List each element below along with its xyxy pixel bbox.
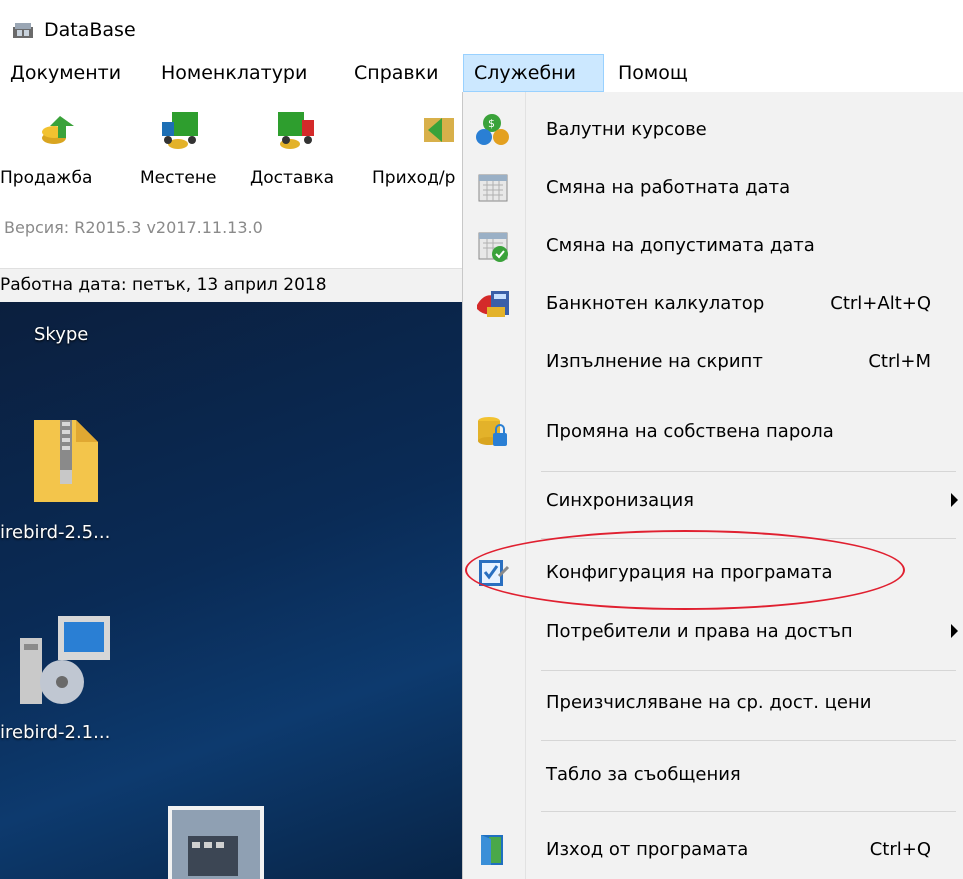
svg-text:$: $: [488, 117, 495, 130]
menu-separator: [541, 670, 956, 671]
income-label: Приход/р: [372, 168, 456, 188]
menu-item-label: Смяна на допустимата дата: [546, 235, 815, 256]
menu-item-shortcut: Ctrl+M: [868, 351, 931, 372]
menu-item-label: Промяна на собствена парола: [546, 421, 834, 442]
database-app-icon: [13, 23, 33, 38]
menu-separator: [541, 811, 956, 812]
menu-item-run-script[interactable]: Изпълнение на скрипт Ctrl+M: [463, 333, 963, 391]
menu-item-users-and-access-rights[interactable]: Потребители и права на достъп: [463, 603, 963, 661]
work-date-bar: Работна дата: петък, 13 април 2018: [0, 268, 465, 303]
sale-coins-icon: [42, 116, 74, 144]
database-lock-icon: [478, 417, 507, 446]
menu-documents[interactable]: Документи: [0, 54, 131, 92]
menu-service[interactable]: Служебни: [463, 54, 604, 92]
installer-icon[interactable]: [18, 612, 114, 708]
menu-nomenclatures[interactable]: Номенклатури: [151, 54, 317, 92]
menu-item-label: Синхронизация: [546, 490, 694, 511]
move-label: Местене: [140, 168, 217, 188]
menu-item-label: Изход от програмата: [546, 839, 749, 860]
calendar-icon: [478, 174, 508, 202]
desktop-background: Skype irebird-2.5... irebird-2.1...: [0, 302, 465, 879]
menu-help[interactable]: Помощ: [608, 54, 698, 92]
truck-red-icon: [278, 112, 314, 149]
menu-item-label: Табло за съобщения: [546, 764, 741, 785]
menu-item-message-board[interactable]: Табло за съобщения: [463, 746, 963, 804]
banknote-calculator-icon: [477, 291, 509, 317]
menu-item-label: Изпълнение на скрипт: [546, 351, 763, 372]
desktop-label-firebird-25[interactable]: irebird-2.5...: [0, 522, 110, 543]
menu-item-synchronization[interactable]: Синхронизация: [463, 472, 963, 530]
menu-item-shortcut: Ctrl+Alt+Q: [830, 293, 931, 314]
menu-item-exchange-rates[interactable]: $ Валутни курсове: [463, 101, 963, 159]
title-bar: DataBase: [0, 0, 963, 54]
menu-item-change-own-password[interactable]: Промяна на собствена парола: [463, 403, 963, 461]
menu-item-label: Валутни курсове: [546, 119, 707, 140]
submenu-arrow-icon: [951, 493, 958, 507]
desktop-label-skype[interactable]: Skype: [34, 324, 88, 345]
menu-bar: Документи Номенклатури Справки Служебни …: [0, 54, 963, 92]
truck-green-icon: [162, 112, 198, 149]
income-icon: [424, 118, 454, 142]
currency-icon: $: [476, 114, 509, 145]
calendar-check-icon: [478, 232, 508, 262]
window-title: DataBase: [44, 19, 136, 41]
menu-item-label: Смяна на работната дата: [546, 177, 791, 198]
sale-button[interactable]: Продажба: [0, 102, 130, 198]
exit-door-icon: [481, 835, 503, 865]
menu-item-exit-program[interactable]: Изход от програмата Ctrl+Q: [463, 821, 963, 879]
delivery-label: Доставка: [250, 168, 335, 188]
sale-label: Продажба: [0, 168, 93, 188]
menu-item-shortcut: Ctrl+Q: [869, 839, 931, 860]
highlight-annotation-ellipse: [465, 530, 905, 610]
work-date-text: Работна дата: петък, 13 април 2018: [0, 275, 327, 295]
menu-separator: [541, 740, 956, 741]
service-dropdown-menu: $ Валутни курсове Смяна на работната дат…: [462, 92, 963, 879]
toolbar: Продажба Местене Доставка Приход/р: [0, 92, 465, 208]
calculator-photo-icon[interactable]: [168, 806, 264, 879]
desktop-label-firebird-21[interactable]: irebird-2.1...: [0, 722, 110, 743]
menu-item-label: Преизчисляване на ср. дост. цени: [546, 692, 872, 713]
menu-item-change-allowed-date[interactable]: Смяна на допустимата дата: [463, 217, 963, 275]
move-button[interactable]: Местене: [136, 102, 240, 198]
submenu-arrow-icon: [951, 624, 958, 638]
menu-item-banknote-calculator[interactable]: Банкнотен калкулатор Ctrl+Alt+Q: [463, 275, 963, 333]
menu-item-change-work-date[interactable]: Смяна на работната дата: [463, 159, 963, 217]
menu-item-recalculate-avg-prices[interactable]: Преизчисляване на ср. дост. цени: [463, 674, 963, 732]
zip-folder-icon[interactable]: [30, 414, 102, 506]
income-button[interactable]: Приход/р: [368, 102, 465, 198]
menu-item-label: Потребители и права на достъп: [546, 621, 853, 642]
menu-item-label: Банкнотен калкулатор: [546, 293, 765, 314]
delivery-button[interactable]: Доставка: [246, 102, 362, 198]
version-text: Версия: R2015.3 v2017.11.13.0: [4, 218, 263, 237]
menu-reports[interactable]: Справки: [344, 54, 448, 92]
